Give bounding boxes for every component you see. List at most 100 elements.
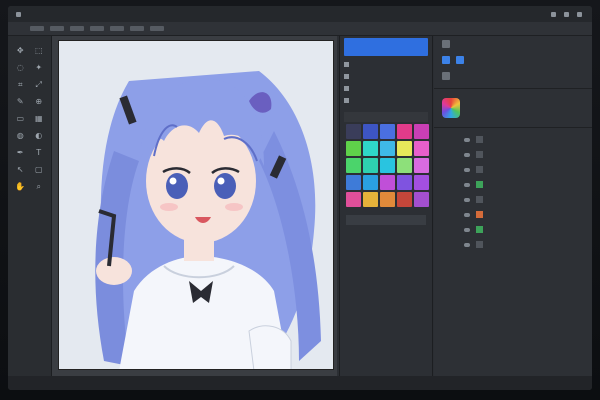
- visibility-eye-icon[interactable]: [464, 227, 470, 232]
- panel-button[interactable]: [346, 215, 426, 225]
- hand-icon[interactable]: ✋: [12, 178, 29, 195]
- option-control[interactable]: [70, 26, 84, 31]
- layer-list: [434, 132, 592, 252]
- selected-list-item[interactable]: [344, 38, 428, 56]
- layer-row[interactable]: [434, 237, 592, 252]
- option-control[interactable]: [110, 26, 124, 31]
- layer-thumbnail: [476, 151, 483, 158]
- option-control[interactable]: [30, 26, 44, 31]
- dodge-icon[interactable]: ◐: [31, 127, 48, 144]
- color-swatch[interactable]: [414, 124, 429, 139]
- crop-icon[interactable]: ⌗: [12, 76, 29, 93]
- visibility-eye-icon[interactable]: [464, 152, 470, 157]
- color-swatch[interactable]: [346, 158, 361, 173]
- color-swatch[interactable]: [397, 192, 412, 207]
- color-swatch[interactable]: [346, 192, 361, 207]
- document-canvas[interactable]: [58, 40, 334, 370]
- layer-row[interactable]: [434, 162, 592, 177]
- option-control[interactable]: [150, 26, 164, 31]
- visibility-eye-icon[interactable]: [464, 182, 470, 187]
- marquee-icon[interactable]: ⬚: [31, 42, 48, 59]
- color-swatch[interactable]: [380, 141, 395, 156]
- color-swatch[interactable]: [380, 175, 395, 190]
- color-swatch[interactable]: [397, 175, 412, 190]
- layer-row[interactable]: [434, 222, 592, 237]
- color-chip-icon: [442, 56, 450, 64]
- color-chip-icon: [456, 56, 464, 64]
- gradient-icon[interactable]: ▦: [31, 110, 48, 127]
- color-swatch[interactable]: [363, 124, 378, 139]
- option-control[interactable]: [90, 26, 104, 31]
- layer-row[interactable]: [434, 132, 592, 147]
- layer-thumbnail: [476, 226, 483, 233]
- color-picker-row[interactable]: [434, 93, 592, 123]
- color-swatch[interactable]: [414, 141, 429, 156]
- divider: [434, 88, 592, 89]
- color-swatch[interactable]: [380, 124, 395, 139]
- monitor-bezel: ✥ ⬚ ◌ ✦ ⌗ ⤢ ✎ ⊕ ▭ ▦ ◍ ◐ ✒ T ↖ ▢ ✋ ⌕: [0, 0, 600, 400]
- visibility-eye-icon[interactable]: [464, 167, 470, 172]
- maximize-icon[interactable]: [564, 11, 569, 17]
- shape-icon[interactable]: ▢: [31, 161, 48, 178]
- color-swatch[interactable]: [397, 124, 412, 139]
- color-swatch[interactable]: [363, 141, 378, 156]
- list-item[interactable]: [344, 70, 428, 82]
- option-control[interactable]: [50, 26, 64, 31]
- layer-row[interactable]: [434, 192, 592, 207]
- hand: [96, 257, 132, 285]
- list-item[interactable]: [344, 82, 428, 94]
- minimize-icon[interactable]: [551, 11, 556, 17]
- color-swatch[interactable]: [380, 192, 395, 207]
- panel-row[interactable]: [434, 52, 592, 68]
- layer-thumbnail: [476, 211, 483, 218]
- wand-icon[interactable]: ✦: [31, 59, 48, 76]
- color-swatch[interactable]: [397, 158, 412, 173]
- eyedropper-icon[interactable]: ⤢: [31, 76, 48, 93]
- color-swatch[interactable]: [363, 158, 378, 173]
- color-swatch[interactable]: [363, 175, 378, 190]
- visibility-eye-icon[interactable]: [464, 197, 470, 202]
- list-item[interactable]: [344, 58, 428, 70]
- panel-icon: [442, 72, 450, 80]
- color-swatch[interactable]: [414, 175, 429, 190]
- brush-icon[interactable]: ✎: [12, 93, 29, 110]
- visibility-eye-icon[interactable]: [464, 242, 470, 247]
- option-control[interactable]: [130, 26, 144, 31]
- blur-icon[interactable]: ◍: [12, 127, 29, 144]
- blush: [160, 203, 178, 211]
- zoom-icon[interactable]: ⌕: [31, 178, 48, 195]
- lasso-icon[interactable]: ◌: [12, 59, 29, 76]
- visibility-eye-icon[interactable]: [464, 212, 470, 217]
- color-swatch[interactable]: [346, 124, 361, 139]
- layer-row[interactable]: [434, 147, 592, 162]
- text-icon[interactable]: T: [31, 144, 48, 161]
- color-swatch[interactable]: [397, 141, 412, 156]
- layer-thumbnail: [476, 241, 483, 248]
- canvas-area: [52, 36, 337, 376]
- color-swatch[interactable]: [346, 175, 361, 190]
- sleeve-frill: [248, 325, 292, 369]
- color-swatch[interactable]: [380, 158, 395, 173]
- item-icon: [344, 85, 349, 91]
- color-wheel-icon[interactable]: [442, 98, 460, 118]
- color-swatch[interactable]: [363, 192, 378, 207]
- menu-bar: [8, 6, 592, 22]
- color-swatch[interactable]: [414, 158, 429, 173]
- color-swatch[interactable]: [414, 192, 429, 207]
- panel-icon: [442, 40, 450, 48]
- layer-row[interactable]: [434, 177, 592, 192]
- divider: [434, 127, 592, 128]
- panel-row[interactable]: [434, 36, 592, 52]
- path-icon[interactable]: ↖: [12, 161, 29, 178]
- close-icon[interactable]: [577, 11, 582, 17]
- item-icon: [344, 73, 349, 79]
- pen-icon[interactable]: ✒: [12, 144, 29, 161]
- visibility-eye-icon[interactable]: [464, 137, 470, 142]
- layer-row[interactable]: [434, 207, 592, 222]
- stamp-icon[interactable]: ⊕: [31, 93, 48, 110]
- list-item[interactable]: [344, 94, 428, 106]
- move-icon[interactable]: ✥: [12, 42, 29, 59]
- eraser-icon[interactable]: ▭: [12, 110, 29, 127]
- panel-row[interactable]: [434, 68, 592, 84]
- color-swatch[interactable]: [346, 141, 361, 156]
